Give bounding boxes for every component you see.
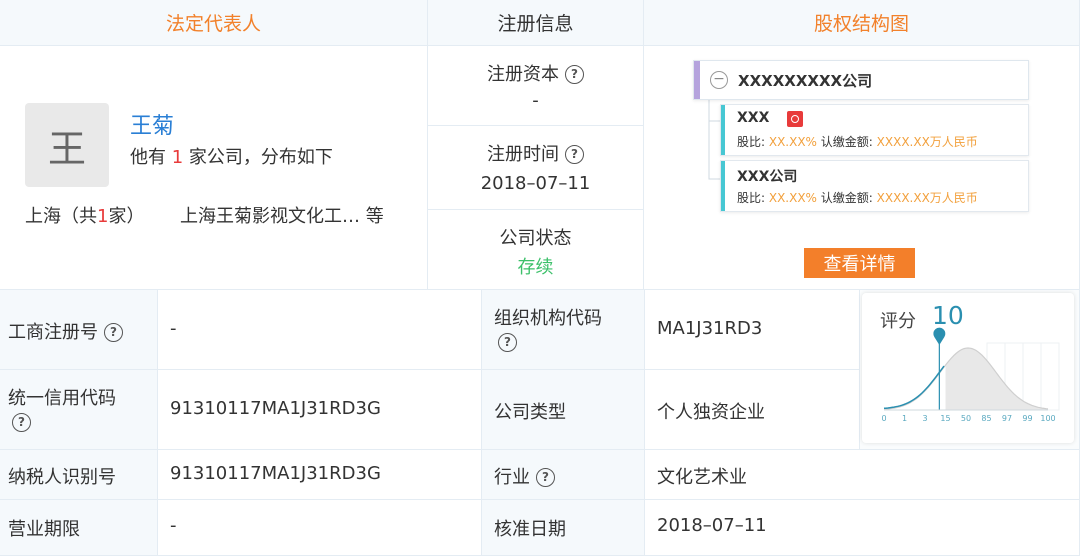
legal-rep-title: 法定代表人 [165, 13, 261, 35]
industry-label-row: 行业? [494, 463, 555, 489]
score-curve-active [883, 365, 945, 410]
org-code-help: ? [494, 332, 517, 353]
rep-desc: 他有 1 家公司，分布如下 [130, 143, 333, 169]
biz-reg-no-label-row: 工商注册号? [8, 318, 123, 344]
term-label: 营业期限 [8, 519, 80, 540]
rep-companies-link[interactable]: 上海王菊影视文化工… 等 [180, 202, 384, 228]
status-badge: 存续 [517, 257, 554, 278]
rep-name-link[interactable]: 王菊 [130, 108, 174, 140]
tax-id-value: 91310117MA1J31RD3G [170, 463, 381, 484]
company-type-label: 公司类型 [494, 402, 566, 423]
score-grid-cell [1022, 342, 1042, 411]
score-pin-icon [933, 327, 946, 345]
ratio-value: XX.XX% [768, 191, 817, 205]
org-code-value: MA1J31RD3 [657, 318, 763, 339]
credit-code-label-cell [0, 370, 158, 450]
help-icon[interactable]: ? [565, 65, 584, 84]
score-grid-cell [1040, 342, 1060, 411]
amount-label: 认缴金额: [816, 135, 877, 149]
score-pin-shape [933, 327, 946, 345]
score-tick-label: 1 [902, 414, 907, 423]
reg-capital-value: - [532, 90, 539, 111]
approve-value: 2018–07–11 [657, 515, 767, 536]
score-tick-label: 3 [922, 414, 927, 423]
biz-reg-no-label: 工商注册号 [8, 322, 98, 343]
reg-capital-label: 注册资本 [487, 64, 559, 85]
root-company-name: XXXXXXXXX公司 [738, 72, 873, 90]
industry-label: 行业 [494, 467, 530, 488]
rep-loc-count: 1 [97, 206, 109, 227]
score-curve-area [945, 348, 1048, 410]
approve-label: 核准日期 [494, 519, 566, 540]
tab-reg-info: 注册信息 [428, 0, 644, 46]
score-tick-label: 0 [881, 414, 886, 423]
ratio-label: 股比: [737, 135, 769, 149]
tax-id-label: 纳税人识别号 [8, 467, 116, 488]
score-card[interactable]: 评分 10 0 1 3 15 50 85 97 99 100 [862, 293, 1074, 443]
rep-loc-post: 家） [108, 206, 145, 227]
root-node-bar [694, 61, 700, 99]
score-ticks: 0 1 3 15 50 85 97 99 100 [881, 409, 1056, 423]
reg-time-label-row: 注册时间? [428, 140, 643, 166]
credit-code-value: 91310117MA1J31RD3G [170, 398, 381, 419]
reg-capital-label-row: 注册资本? [428, 60, 643, 86]
reg-time-value: 2018–07–11 [480, 173, 591, 194]
shareholder-node[interactable]: XXX 股比: XX.XX% 认缴金额: XXXX.XX万人民币 [720, 104, 1029, 156]
rep-location: 上海（共1家） [25, 202, 144, 228]
collapse-icon[interactable]: − [710, 71, 728, 89]
node-bar [721, 161, 725, 211]
equity-root-node[interactable]: − XXXXXXXXX公司 [693, 60, 1029, 100]
term-cell [158, 500, 482, 556]
rep-loc-pre: 上海（共 [25, 206, 97, 227]
help-icon[interactable]: ? [536, 468, 555, 487]
amount-value: XXXX.XX万人民币 [876, 135, 978, 149]
company-type-value: 个人独资企业 [657, 402, 765, 423]
node-bar [721, 105, 725, 155]
shareholder-info: 股比: XX.XX% 认缴金额: XXXX.XX万人民币 [737, 133, 978, 150]
score-tick-label: 100 [1040, 414, 1055, 423]
shareholder-name: XXX公司 [737, 169, 798, 185]
amount-value: XXXX.XX万人民币 [876, 191, 978, 205]
ratio-label: 股比: [737, 191, 769, 205]
score-tick-label: 97 [1002, 414, 1012, 423]
biz-reg-no-cell [158, 290, 482, 370]
shareholder-node[interactable]: XXX公司 股比: XX.XX% 认缴金额: XXXX.XX万人民币 [720, 160, 1029, 212]
view-details-button[interactable]: 查看详情 [804, 248, 915, 278]
amount-label: 认缴金额: [816, 191, 877, 205]
avatar: 王 [25, 103, 109, 187]
reg-time-label: 注册时间 [487, 144, 559, 165]
help-icon[interactable]: ? [104, 323, 123, 342]
score-tick-label: 85 [981, 414, 991, 423]
score-tick-label: 50 [961, 414, 971, 423]
avatar-char: 王 [47, 126, 86, 171]
rep-desc-post: 家公司，分布如下 [183, 147, 333, 168]
ratio-value: XX.XX% [768, 135, 817, 149]
status-label: 公司状态 [499, 228, 572, 249]
help-icon[interactable]: ? [12, 413, 31, 432]
industry-value: 文化艺术业 [657, 467, 747, 488]
help-icon[interactable]: ? [498, 333, 517, 352]
reg-capital-cell [428, 46, 644, 126]
credit-code-label: 统一信用代码 [8, 388, 116, 409]
score-tick-label: 15 [940, 414, 950, 423]
rep-company-count: 1 [171, 147, 184, 168]
reg-time-cell [428, 126, 644, 210]
tab-equity: 股权结构图 [644, 0, 1080, 46]
person-badge-icon [787, 111, 803, 127]
equity-title: 股权结构图 [813, 13, 909, 35]
reg-info-title: 注册信息 [497, 13, 574, 35]
org-code-label-cell [482, 290, 645, 370]
term-value: - [170, 515, 177, 536]
biz-reg-no-value: - [170, 318, 177, 339]
help-icon[interactable]: ? [565, 145, 584, 164]
tab-legal-rep: 法定代表人 [0, 0, 428, 46]
score-tick-label: 99 [1022, 414, 1032, 423]
org-code-label: 组织机构代码 [494, 308, 602, 329]
shareholder-name: XXX [737, 110, 770, 126]
rep-desc-pre: 他有 [130, 147, 172, 168]
score-distribution-chart: 0 1 3 15 50 85 97 99 100 [881, 327, 1060, 423]
shareholder-info: 股比: XX.XX% 认缴金额: XXXX.XX万人民币 [737, 189, 978, 206]
credit-code-help: ? [8, 412, 31, 433]
